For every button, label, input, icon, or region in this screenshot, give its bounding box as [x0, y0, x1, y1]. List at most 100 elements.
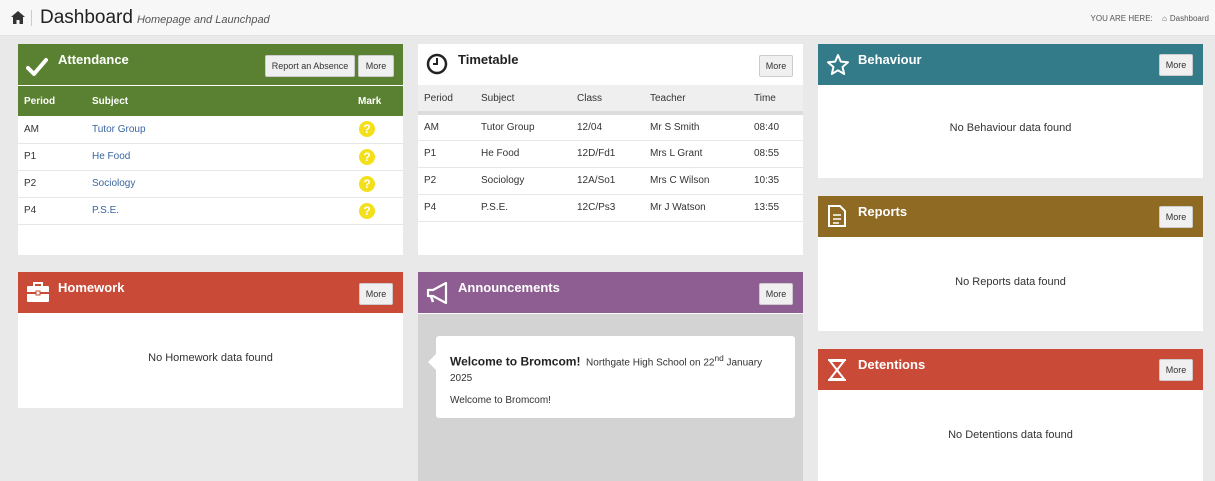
- detentions-header: Detentions More: [818, 349, 1203, 390]
- class-cell: 12A/So1: [571, 167, 644, 195]
- homework-more-button[interactable]: More: [359, 283, 393, 305]
- unknown-mark-icon[interactable]: ?: [359, 121, 375, 138]
- reports-empty-message: No Reports data found: [955, 276, 1066, 288]
- behaviour-header: Behaviour More: [818, 44, 1203, 85]
- attendance-title: Attendance: [58, 52, 129, 67]
- period-cell: P4: [418, 194, 475, 222]
- homework-panel: Homework More No Homework data found: [18, 272, 403, 408]
- table-row: P4 P.S.E. ?: [18, 197, 403, 225]
- announcements-more-button[interactable]: More: [759, 283, 793, 305]
- teacher-cell: Mrs C Wilson: [644, 167, 748, 195]
- period-cell: AM: [418, 113, 475, 141]
- page-title: Dashboard Homepage and Launchpad: [40, 7, 270, 28]
- column-header: Teacher: [644, 85, 748, 115]
- home-icon: ⌂: [1162, 14, 1167, 23]
- reports-header: Reports More: [818, 196, 1203, 237]
- announcement-card[interactable]: Welcome to Bromcom! Northgate High Schoo…: [428, 336, 795, 418]
- unknown-mark-icon[interactable]: ?: [359, 202, 375, 219]
- timetable-title: Timetable: [458, 52, 519, 67]
- teacher-cell: Mr J Watson: [644, 194, 748, 222]
- subject-link[interactable]: He Food: [91, 143, 358, 171]
- column-header: Mark: [358, 86, 403, 116]
- unknown-mark-icon[interactable]: ?: [359, 175, 375, 192]
- announcements-title: Announcements: [458, 280, 560, 295]
- home-icon[interactable]: [11, 11, 25, 24]
- column-header: Period: [18, 86, 91, 116]
- table-row: P2 Sociology ?: [18, 170, 403, 198]
- hourglass-icon: [828, 359, 846, 381]
- attendance-more-button[interactable]: More: [358, 55, 394, 77]
- teacher-cell: Mrs L Grant: [644, 140, 748, 168]
- period-cell: P4: [18, 197, 91, 225]
- period-cell: P2: [418, 167, 475, 195]
- unknown-mark-icon[interactable]: ?: [359, 148, 375, 165]
- time-cell: 10:35: [748, 167, 803, 195]
- subject-cell: Sociology: [475, 167, 571, 195]
- detentions-panel: Detentions More No Detentions data found: [818, 349, 1203, 481]
- homework-title: Homework: [58, 280, 125, 295]
- announcements-panel: Announcements More Welcome to Bromcom! N…: [418, 272, 803, 481]
- column-header: Time: [748, 85, 803, 115]
- document-icon: [828, 205, 846, 227]
- announcement-detail-sup: nd: [714, 353, 724, 363]
- table-header-row: Period Subject Class Teacher Time: [418, 85, 803, 115]
- column-header: Class: [571, 85, 644, 115]
- period-cell: P1: [18, 143, 91, 171]
- timetable-table: Period Subject Class Teacher Time AM Tut…: [418, 85, 803, 222]
- timetable-more-button[interactable]: More: [759, 55, 793, 77]
- subject-cell: Tutor Group: [475, 113, 571, 141]
- check-icon: [26, 58, 48, 76]
- top-bar: Dashboard Homepage and Launchpad YOU ARE …: [0, 0, 1215, 36]
- briefcase-icon: [27, 282, 49, 302]
- class-cell: 12C/Ps3: [571, 194, 644, 222]
- period-cell: P2: [18, 170, 91, 198]
- subject-cell: P.S.E.: [475, 194, 571, 222]
- breadcrumb: YOU ARE HERE: ⌂ Dashboard: [1091, 14, 1209, 23]
- reports-panel: Reports More No Reports data found: [818, 196, 1203, 331]
- breadcrumb-item-dashboard[interactable]: Dashboard: [1170, 14, 1209, 23]
- table-row: P1 He Food ?: [18, 143, 403, 171]
- class-cell: 12D/Fd1: [571, 140, 644, 168]
- table-row: P2 Sociology 12A/So1 Mrs C Wilson 10:35: [418, 167, 803, 195]
- subject-link[interactable]: Tutor Group: [91, 116, 358, 144]
- period-cell: AM: [18, 116, 91, 144]
- breadcrumb-label: YOU ARE HERE:: [1090, 14, 1153, 23]
- table-row: AM Tutor Group 12/04 Mr S Smith 08:40: [418, 113, 803, 141]
- detentions-title: Detentions: [858, 357, 926, 372]
- announcement-text: Welcome to Bromcom!: [450, 395, 551, 407]
- subject-link[interactable]: P.S.E.: [91, 197, 358, 225]
- report-absence-button[interactable]: Report an Absence: [265, 55, 355, 77]
- clock-icon: [426, 53, 448, 75]
- behaviour-panel: Behaviour More No Behaviour data found: [818, 44, 1203, 178]
- announcements-body: Welcome to Bromcom! Northgate High Schoo…: [418, 314, 803, 481]
- table-header-row: Period Subject Mark: [18, 86, 403, 116]
- time-cell: 08:40: [748, 113, 803, 141]
- homework-header: Homework More: [18, 272, 403, 313]
- column-header: Subject: [475, 85, 571, 115]
- timetable-panel: Timetable More Period Subject Class Teac…: [418, 44, 803, 255]
- reports-more-button[interactable]: More: [1159, 206, 1193, 228]
- star-icon: [827, 54, 849, 75]
- table-row: AM Tutor Group ?: [18, 116, 403, 144]
- attendance-table: Period Subject Mark AM Tutor Group ? P1 …: [18, 86, 403, 225]
- announcement-headline: Welcome to Bromcom! Northgate High Schoo…: [450, 350, 781, 387]
- megaphone-icon: [426, 281, 448, 305]
- attendance-panel: Attendance Report an Absence More Period…: [18, 44, 403, 255]
- table-row: P1 He Food 12D/Fd1 Mrs L Grant 08:55: [418, 140, 803, 168]
- attendance-header: Attendance Report an Absence More: [18, 44, 403, 85]
- divider: [31, 10, 32, 26]
- reports-title: Reports: [858, 204, 908, 219]
- period-cell: P1: [418, 140, 475, 168]
- subject-link[interactable]: Sociology: [91, 170, 358, 198]
- homework-empty-message: No Homework data found: [148, 352, 273, 364]
- behaviour-more-button[interactable]: More: [1159, 54, 1193, 76]
- detentions-more-button[interactable]: More: [1159, 359, 1193, 381]
- subject-cell: He Food: [475, 140, 571, 168]
- table-row: P4 P.S.E. 12C/Ps3 Mr J Watson 13:55: [418, 194, 803, 222]
- page-subtitle: Homepage and Launchpad: [136, 14, 270, 26]
- announcement-detail: Northgate High School on 22: [586, 357, 715, 369]
- announcement-title: Welcome to Bromcom!: [450, 354, 581, 369]
- time-cell: 08:55: [748, 140, 803, 168]
- timetable-header: Timetable More: [418, 44, 803, 85]
- behaviour-title: Behaviour: [858, 52, 922, 67]
